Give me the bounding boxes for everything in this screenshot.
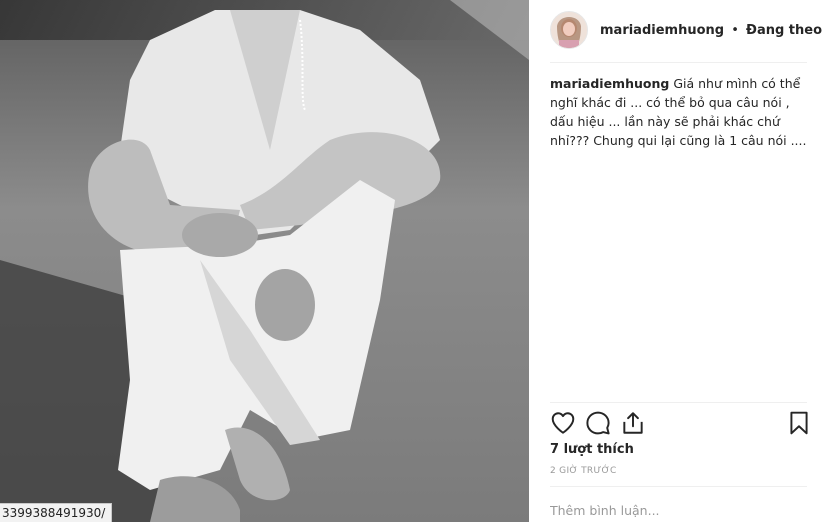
share-icon[interactable] bbox=[620, 410, 646, 436]
action-bar bbox=[550, 410, 810, 438]
header-separator: • bbox=[731, 22, 739, 38]
post-caption: mariadiemhuong Giá như mình có thể nghĩ k… bbox=[550, 74, 808, 150]
likes-count[interactable]: 7 lượt thích bbox=[550, 442, 634, 457]
heart-icon[interactable] bbox=[550, 410, 576, 436]
caption-username[interactable]: mariadiemhuong bbox=[550, 76, 669, 91]
post-photo[interactable]: 3399388491930/ bbox=[0, 0, 529, 522]
post-timestamp: 2 GIỜ TRƯỚC bbox=[550, 466, 617, 476]
follow-status-button[interactable]: Đang theo dõi bbox=[746, 23, 825, 38]
actions-divider bbox=[550, 402, 807, 403]
post-header: mariadiemhuong • Đang theo dõi bbox=[550, 10, 825, 50]
bookmark-icon[interactable] bbox=[786, 410, 812, 436]
status-bar-url: 3399388491930/ bbox=[0, 503, 113, 522]
avatar[interactable] bbox=[550, 11, 588, 49]
post-photo-art bbox=[0, 0, 529, 522]
post-side-panel: mariadiemhuong • Đang theo dõi mariadiem… bbox=[529, 0, 825, 522]
avatar-image bbox=[551, 12, 587, 48]
header-username[interactable]: mariadiemhuong bbox=[600, 23, 724, 38]
header-text: mariadiemhuong • Đang theo dõi bbox=[600, 23, 825, 38]
header-divider bbox=[550, 62, 807, 63]
comment-divider bbox=[550, 486, 807, 487]
comment-icon[interactable] bbox=[585, 410, 611, 436]
comment-input[interactable] bbox=[550, 500, 808, 520]
